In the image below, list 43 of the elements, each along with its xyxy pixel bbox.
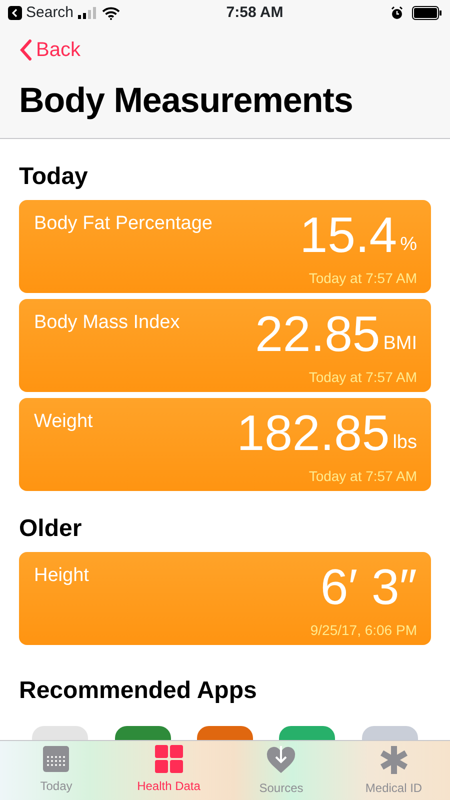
- back-app-icon[interactable]: [8, 6, 22, 20]
- timestamp: 9/25/17, 6:06 PM: [310, 620, 417, 640]
- section-heading: Today: [19, 163, 89, 192]
- measurement-card[interactable]: Body Mass Index 22.85 BMI Today at 7:57 AM: [19, 298, 431, 392]
- grid-icon: [154, 745, 183, 773]
- app-icon[interactable]: [114, 726, 171, 740]
- signal-icon: [78, 7, 98, 19]
- calendar-icon: [42, 745, 70, 773]
- timestamp: Today at 7:57 AM: [308, 368, 417, 387]
- tab[interactable]: Medical ID: [338, 741, 450, 800]
- measurement-value: 6′ 3″: [320, 562, 417, 612]
- unit-label: BMI: [383, 332, 417, 356]
- unit-label: lbs: [392, 431, 417, 456]
- section-heading: Older: [19, 514, 83, 544]
- measurement-card[interactable]: Body Fat Percentage 15.4% Today at 7:57 AM: [19, 200, 431, 293]
- section-heading: Recommended Apps: [19, 676, 258, 706]
- measurement-label: Body Mass Index: [34, 310, 180, 335]
- alarm-icon: [390, 6, 404, 20]
- asterisk-icon: [378, 745, 409, 775]
- measurement-card[interactable]: Weight 182.85 lbs Today at 7:57 AM: [19, 398, 431, 491]
- battery-icon: [412, 6, 442, 20]
- page-title: Body Measurements: [19, 80, 354, 122]
- app-icon[interactable]: [279, 726, 336, 740]
- measurement-label: Weight: [34, 410, 93, 434]
- heart-download-icon: [266, 745, 296, 775]
- measurement-card[interactable]: Height 6′ 3″ 9/25/17, 6:06 PM: [19, 552, 431, 645]
- measurement-value: 15.4: [300, 210, 398, 260]
- back-app-link[interactable]: Search: [26, 2, 74, 24]
- timestamp: Today at 7:57 AM: [308, 268, 417, 288]
- back-button[interactable]: Back: [19, 34, 82, 66]
- clock: 7:58 AM: [226, 2, 284, 23]
- measurement-label: Body Fat Percentage: [34, 212, 212, 236]
- app-icon[interactable]: [196, 726, 253, 740]
- chevron-icon: [20, 39, 32, 61]
- measurement-label: Height: [34, 564, 89, 588]
- measurement-value: 22.85: [255, 308, 380, 359]
- tab[interactable]: Today: [0, 741, 112, 800]
- unit-label: %: [400, 233, 417, 258]
- wifi-icon: [102, 6, 120, 20]
- tab[interactable]: Health Data: [112, 741, 225, 800]
- tab[interactable]: Sources: [225, 741, 338, 800]
- measurement-value: 182.85: [236, 408, 390, 458]
- timestamp: Today at 7:57 AM: [308, 466, 417, 486]
